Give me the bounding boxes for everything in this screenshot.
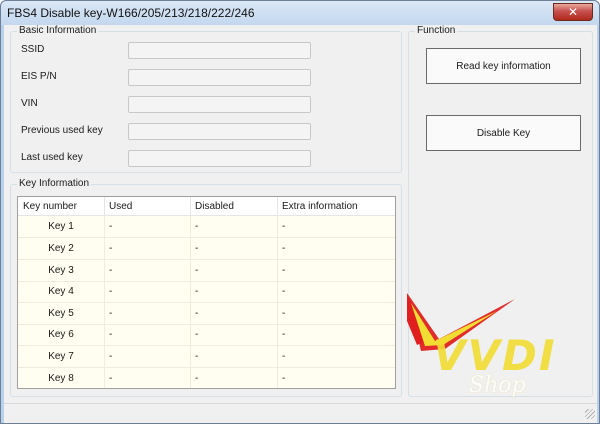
extra-information-cell: - bbox=[282, 308, 286, 319]
close-button[interactable]: ✕ bbox=[553, 3, 593, 21]
function-legend: Function bbox=[415, 25, 458, 36]
window-title: FBS4 Disable key-W166/205/213/218/222/24… bbox=[7, 6, 255, 20]
status-bar bbox=[4, 403, 597, 421]
key-number-cell: Key 8 bbox=[48, 373, 74, 384]
table-row[interactable]: Key 4 - - - bbox=[18, 281, 395, 303]
basic-information-legend: Basic Information bbox=[17, 25, 99, 36]
extra-information-cell: - bbox=[282, 329, 286, 340]
column-divider[interactable] bbox=[104, 197, 105, 216]
disable-key-button[interactable]: Disable Key bbox=[426, 115, 581, 151]
disabled-cell: - bbox=[195, 351, 199, 362]
basic-information-group: Basic Information SSID EIS P/N VIN Previ… bbox=[10, 25, 402, 173]
key-number-cell: Key 7 bbox=[48, 351, 74, 362]
previous-used-key-label: Previous used key bbox=[21, 125, 103, 136]
column-header-extra-information[interactable]: Extra information bbox=[282, 201, 358, 212]
title-bar[interactable]: FBS4 Disable key-W166/205/213/218/222/24… bbox=[1, 1, 599, 25]
used-cell: - bbox=[109, 243, 113, 254]
vin-field[interactable] bbox=[128, 96, 311, 113]
disabled-cell: - bbox=[195, 308, 199, 319]
table-row[interactable]: Key 6 - - - bbox=[18, 324, 395, 346]
last-used-key-field[interactable] bbox=[128, 150, 311, 167]
column-divider[interactable] bbox=[277, 197, 278, 216]
previous-used-key-field[interactable] bbox=[128, 123, 311, 140]
key-table-header: Key number Used Disabled Extra informati… bbox=[18, 197, 395, 216]
column-header-disabled[interactable]: Disabled bbox=[195, 201, 234, 212]
disabled-cell: - bbox=[195, 221, 199, 232]
disabled-cell: - bbox=[195, 329, 199, 340]
disabled-cell: - bbox=[195, 243, 199, 254]
column-divider[interactable] bbox=[190, 197, 191, 216]
table-row[interactable]: Key 2 - - - bbox=[18, 238, 395, 260]
used-cell: - bbox=[109, 373, 113, 384]
key-number-cell: Key 5 bbox=[48, 308, 74, 319]
used-cell: - bbox=[109, 221, 113, 232]
read-key-information-button[interactable]: Read key information bbox=[426, 48, 581, 84]
extra-information-cell: - bbox=[282, 373, 286, 384]
app-window: FBS4 Disable key-W166/205/213/218/222/24… bbox=[0, 0, 600, 424]
table-row[interactable]: Key 7 - - - bbox=[18, 346, 395, 368]
used-cell: - bbox=[109, 286, 113, 297]
column-header-used[interactable]: Used bbox=[109, 201, 132, 212]
key-number-cell: Key 6 bbox=[48, 329, 74, 340]
key-number-cell: Key 2 bbox=[48, 243, 74, 254]
table-row[interactable]: Key 3 - - - bbox=[18, 260, 395, 282]
extra-information-cell: - bbox=[282, 351, 286, 362]
used-cell: - bbox=[109, 265, 113, 276]
vin-label: VIN bbox=[21, 98, 38, 109]
disabled-cell: - bbox=[195, 265, 199, 276]
extra-information-cell: - bbox=[282, 243, 286, 254]
close-icon: ✕ bbox=[567, 5, 579, 19]
eis-pn-field[interactable] bbox=[128, 69, 311, 86]
key-number-cell: Key 4 bbox=[48, 286, 74, 297]
extra-information-cell: - bbox=[282, 265, 286, 276]
table-row[interactable]: Key 1 - - - bbox=[18, 216, 395, 238]
extra-information-cell: - bbox=[282, 286, 286, 297]
key-information-group: Key Information Key number Used Disabled… bbox=[10, 178, 402, 397]
used-cell: - bbox=[109, 308, 113, 319]
disabled-cell: - bbox=[195, 373, 199, 384]
key-number-cell: Key 1 bbox=[48, 221, 74, 232]
ssid-field[interactable] bbox=[128, 42, 311, 59]
disabled-cell: - bbox=[195, 286, 199, 297]
last-used-key-label: Last used key bbox=[21, 152, 83, 163]
used-cell: - bbox=[109, 329, 113, 340]
table-row[interactable]: Key 8 - - - bbox=[18, 368, 395, 388]
key-table[interactable]: Key number Used Disabled Extra informati… bbox=[17, 196, 396, 389]
table-row[interactable]: Key 5 - - - bbox=[18, 303, 395, 325]
key-information-legend: Key Information bbox=[17, 178, 92, 189]
watermark-sub: Shop bbox=[469, 373, 526, 398]
eis-pn-label: EIS P/N bbox=[21, 71, 57, 82]
column-header-key-number[interactable]: Key number bbox=[23, 201, 77, 212]
ssid-label: SSID bbox=[21, 44, 45, 55]
extra-information-cell: - bbox=[282, 221, 286, 232]
used-cell: - bbox=[109, 351, 113, 362]
resize-grip-icon[interactable] bbox=[585, 409, 595, 419]
key-number-cell: Key 3 bbox=[48, 265, 74, 276]
